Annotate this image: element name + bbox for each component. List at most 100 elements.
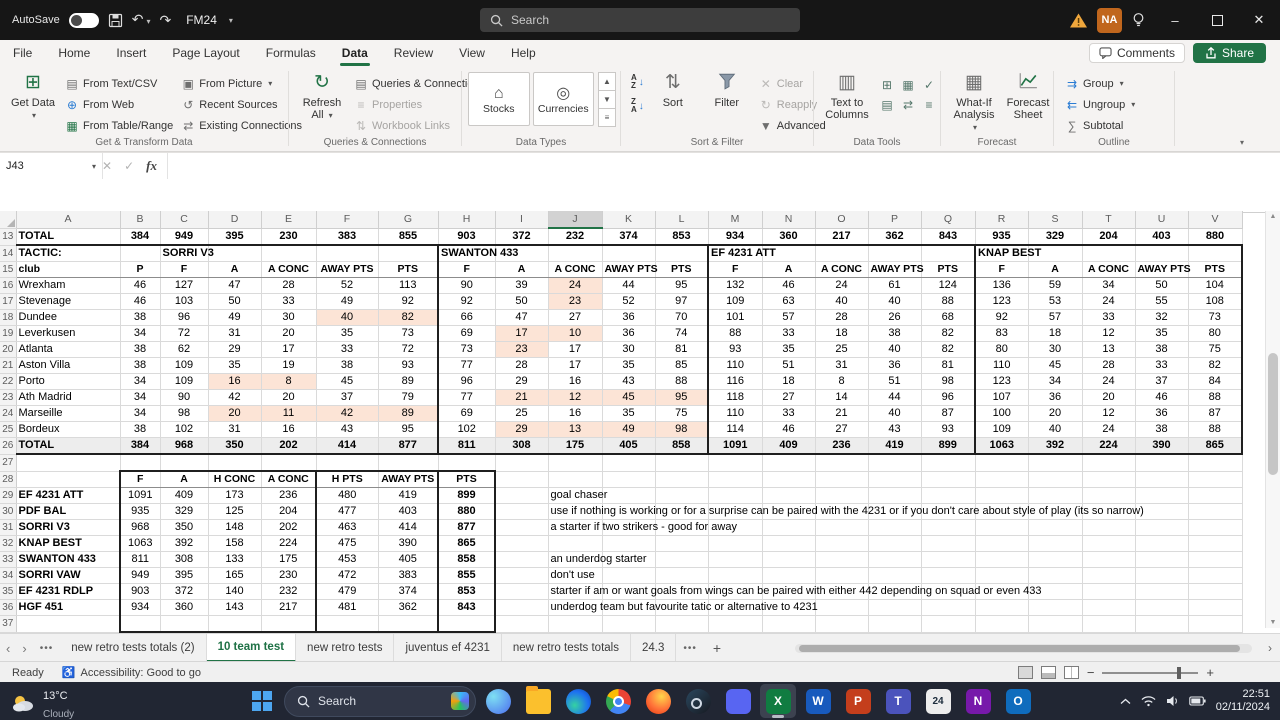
- app-icon-fm24[interactable]: 24: [920, 684, 956, 718]
- group-button[interactable]: ⇉ Group ▾: [1062, 75, 1138, 92]
- cell-Q33[interactable]: [921, 551, 976, 568]
- cell-J31[interactable]: a starter if two strikers - good for awa…: [548, 519, 737, 536]
- cell-G13[interactable]: 855: [378, 228, 439, 246]
- cell-U19[interactable]: 35: [1135, 325, 1189, 342]
- formula-input[interactable]: [170, 153, 1280, 212]
- cell-J28[interactable]: [548, 471, 603, 488]
- zoom-slider[interactable]: [1102, 666, 1199, 679]
- zoom-in-button[interactable]: +: [1206, 666, 1214, 679]
- cell-A15[interactable]: club: [16, 261, 121, 278]
- cell-Q17[interactable]: 88: [921, 293, 976, 310]
- cell-K27[interactable]: [602, 454, 656, 472]
- cell-D19[interactable]: 31: [208, 325, 262, 342]
- cell-B36[interactable]: 934: [119, 599, 161, 616]
- cell-V18[interactable]: 73: [1188, 309, 1243, 326]
- cell-M29[interactable]: [708, 487, 763, 504]
- cell-P24[interactable]: 40: [868, 405, 922, 422]
- col-header-R[interactable]: R: [975, 211, 1029, 229]
- cell-J33[interactable]: an underdog starter: [548, 551, 647, 568]
- cell-K21[interactable]: 35: [602, 357, 656, 374]
- cell-R31[interactable]: [975, 519, 1029, 536]
- cell-M21[interactable]: 110: [707, 357, 763, 374]
- document-title[interactable]: FM24: [186, 13, 217, 27]
- consolidate-button[interactable]: ▤: [877, 95, 897, 114]
- cell-Q19[interactable]: 82: [921, 325, 976, 342]
- cell-V23[interactable]: 88: [1188, 389, 1243, 406]
- cell-S26[interactable]: 392: [1028, 437, 1083, 455]
- cell-N17[interactable]: 63: [762, 293, 816, 310]
- col-header-D[interactable]: D: [208, 211, 262, 229]
- cell-V36[interactable]: [1188, 599, 1243, 616]
- cell-R32[interactable]: [975, 535, 1029, 552]
- cell-C26[interactable]: 968: [160, 437, 209, 455]
- cell-D24[interactable]: 20: [208, 405, 262, 422]
- col-header-H[interactable]: H: [438, 211, 496, 229]
- cell-O20[interactable]: 25: [815, 341, 869, 358]
- cell-B13[interactable]: 384: [120, 228, 161, 246]
- cell-G22[interactable]: 89: [378, 373, 439, 390]
- cell-S24[interactable]: 20: [1028, 405, 1083, 422]
- cell-B21[interactable]: 38: [120, 357, 161, 374]
- cell-Q20[interactable]: 82: [921, 341, 976, 358]
- cell-L18[interactable]: 70: [655, 309, 709, 326]
- cell-A17[interactable]: Stevenage: [16, 293, 121, 310]
- cell-P34[interactable]: [868, 567, 922, 584]
- cell-C14[interactable]: SORRI V3: [160, 245, 214, 262]
- cell-I32[interactable]: [495, 535, 549, 552]
- cell-Q32[interactable]: [921, 535, 976, 552]
- cell-G24[interactable]: 89: [378, 405, 439, 422]
- from-web-button[interactable]: ⊕ From Web: [62, 96, 176, 113]
- cell-I30[interactable]: [495, 503, 549, 520]
- cancel-button[interactable]: ✕: [102, 159, 112, 173]
- cell-C19[interactable]: 72: [160, 325, 209, 342]
- sheet-overflow-button-2[interactable]: •••: [676, 643, 704, 654]
- cell-O28[interactable]: [815, 471, 869, 488]
- cell-J20[interactable]: 17: [548, 341, 603, 358]
- relationships-button[interactable]: ⇄: [898, 95, 918, 114]
- cell-F21[interactable]: 38: [316, 357, 379, 374]
- cell-P32[interactable]: [868, 535, 922, 552]
- cell-T36[interactable]: [1082, 599, 1136, 616]
- cell-U20[interactable]: 38: [1135, 341, 1189, 358]
- cell-B32[interactable]: 1063: [119, 535, 161, 552]
- share-button[interactable]: Share: [1192, 43, 1266, 63]
- cell-I13[interactable]: 372: [495, 228, 549, 246]
- cell-A37[interactable]: [16, 615, 121, 633]
- cell-J19[interactable]: 10: [548, 325, 603, 342]
- cell-P31[interactable]: [868, 519, 922, 536]
- cell-A21[interactable]: Aston Villa: [16, 357, 121, 374]
- cell-E21[interactable]: 19: [261, 357, 317, 374]
- cell-G20[interactable]: 72: [378, 341, 439, 358]
- cell-S20[interactable]: 30: [1028, 341, 1083, 358]
- cell-T34[interactable]: [1082, 567, 1136, 584]
- cell-L13[interactable]: 853: [655, 228, 709, 246]
- cell-H17[interactable]: 92: [437, 293, 496, 310]
- remove-duplicates-button[interactable]: ▦: [898, 75, 918, 94]
- cell-H23[interactable]: 77: [437, 389, 496, 406]
- horizontal-scrollbar[interactable]: [795, 644, 1252, 653]
- cell-R23[interactable]: 107: [974, 389, 1029, 406]
- col-header-F[interactable]: F: [316, 211, 379, 229]
- cell-B20[interactable]: 38: [120, 341, 161, 358]
- cell-Q14[interactable]: [921, 245, 976, 262]
- cell-P20[interactable]: 40: [868, 341, 922, 358]
- cell-N22[interactable]: 18: [762, 373, 816, 390]
- cell-B17[interactable]: 46: [120, 293, 161, 310]
- cell-F32[interactable]: 475: [315, 535, 379, 552]
- cell-V29[interactable]: [1188, 487, 1243, 504]
- cell-F30[interactable]: 477: [315, 503, 379, 520]
- cell-L27[interactable]: [655, 454, 709, 472]
- cell-S31[interactable]: [1028, 519, 1083, 536]
- cell-L22[interactable]: 88: [655, 373, 709, 390]
- cell-J37[interactable]: [548, 615, 603, 633]
- cell-M26[interactable]: 1091: [707, 437, 763, 455]
- cell-Q27[interactable]: [921, 454, 976, 472]
- recent-sources-button[interactable]: ↺ Recent Sources: [178, 96, 305, 113]
- cell-P25[interactable]: 43: [868, 421, 922, 438]
- cell-G36[interactable]: 362: [378, 599, 439, 616]
- cell-M32[interactable]: [708, 535, 763, 552]
- cell-B14[interactable]: [120, 245, 161, 262]
- cell-Q22[interactable]: 98: [921, 373, 976, 390]
- cell-V26[interactable]: 865: [1188, 437, 1243, 455]
- cell-F13[interactable]: 383: [316, 228, 379, 246]
